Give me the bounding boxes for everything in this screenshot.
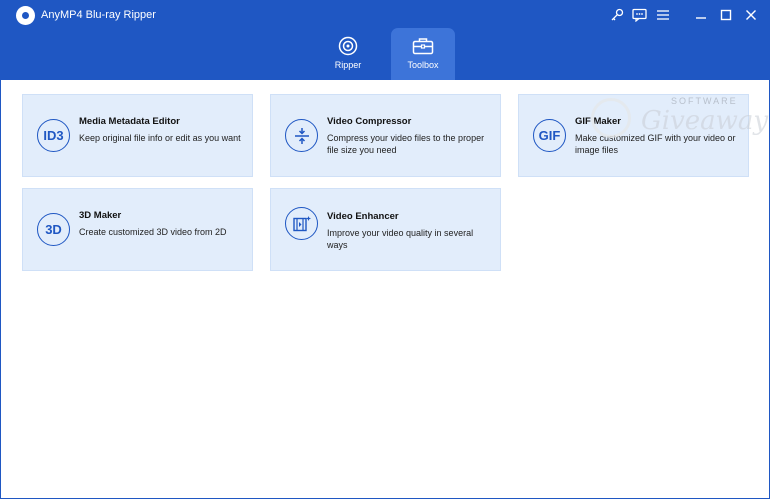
app-window: AnyMP4 Blu-ray Ripper Ripper Toolbox ID3…: [0, 0, 770, 499]
toolbox-icon: [412, 37, 434, 55]
tool-title: Video Compressor: [327, 116, 412, 127]
tool-gif-maker[interactable]: GIF GIF Maker Make customized GIF with y…: [518, 94, 749, 177]
tool-title: 3D Maker: [79, 210, 122, 221]
disc-icon: [337, 36, 359, 56]
tool-3d-maker[interactable]: 3D 3D Maker Create customized 3D video f…: [22, 188, 253, 271]
tool-video-compressor[interactable]: Video Compressor Compress your video fil…: [270, 94, 501, 177]
compress-icon: [285, 119, 318, 152]
minimize-icon[interactable]: [691, 5, 711, 25]
tool-description: Improve your video quality in several wa…: [327, 228, 474, 250]
tool-video-enhancer[interactable]: Video Enhancer Improve your video qualit…: [270, 188, 501, 271]
tool-title: Video Enhancer: [327, 211, 399, 222]
menu-icon[interactable]: [653, 5, 673, 25]
maximize-icon[interactable]: [716, 5, 736, 25]
feedback-icon[interactable]: [629, 5, 649, 25]
app-title: AnyMP4 Blu-ray Ripper: [41, 9, 156, 21]
tool-description: Make customized GIF with your video or i…: [575, 133, 736, 155]
tab-toolbox-label: Toolbox: [407, 60, 439, 70]
tool-description: Compress your video files to the proper …: [327, 133, 485, 155]
gif-icon: GIF: [533, 119, 566, 152]
tool-media-metadata-editor[interactable]: ID3 Media Metadata Editor Keep original …: [22, 94, 253, 177]
3d-icon: 3D: [37, 213, 70, 246]
tool-title: Media Metadata Editor: [79, 116, 180, 127]
enhance-icon: [285, 207, 318, 240]
toolbox-panel: ID3 Media Metadata Editor Keep original …: [1, 80, 769, 498]
title-bar: AnyMP4 Blu-ray Ripper Ripper Toolbox: [1, 1, 769, 80]
key-icon[interactable]: [607, 5, 627, 25]
tab-ripper[interactable]: Ripper: [316, 28, 380, 80]
tool-title: GIF Maker: [575, 116, 621, 127]
tool-description: Create customized 3D video from 2D: [79, 227, 227, 237]
tool-description: Keep original file info or edit as you w…: [79, 133, 241, 143]
close-icon[interactable]: [741, 5, 761, 25]
tab-toolbox[interactable]: Toolbox: [391, 28, 455, 80]
id3-icon: ID3: [37, 119, 70, 152]
tab-ripper-label: Ripper: [334, 60, 362, 70]
app-logo-icon: [16, 6, 35, 25]
